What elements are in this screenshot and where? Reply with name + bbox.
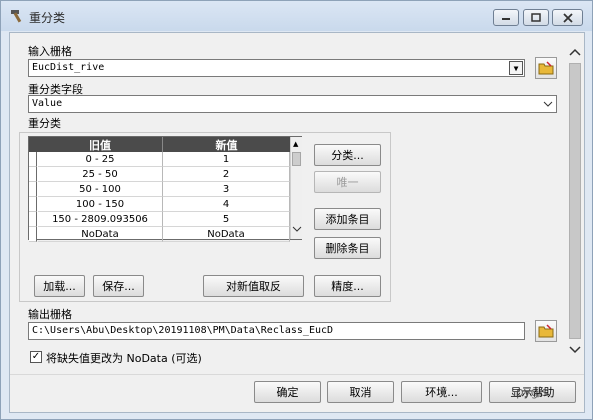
- table-cell-new[interactable]: NoData: [163, 227, 290, 242]
- row-header[interactable]: [29, 152, 37, 167]
- output-raster-input[interactable]: C:\Users\Abu\Desktop\20191108\PM\Data\Re…: [28, 322, 525, 340]
- chevron-down-icon[interactable]: [292, 225, 302, 234]
- output-raster-label: 输出栅格: [28, 308, 72, 321]
- input-raster-browse-button[interactable]: [535, 57, 557, 79]
- input-raster-value: EucDist_rive: [32, 62, 105, 73]
- table-cell-old[interactable]: 150 - 2809.093506: [38, 212, 163, 227]
- table-cell-old[interactable]: 25 - 50: [38, 167, 163, 182]
- nodata-checkbox[interactable]: ✓: [30, 351, 42, 363]
- scroll-up-icon[interactable]: ▲: [293, 140, 298, 148]
- row-header[interactable]: [29, 182, 37, 197]
- table-cell-new[interactable]: 1: [163, 152, 290, 167]
- close-icon: [562, 12, 573, 23]
- minimize-button[interactable]: [493, 9, 519, 26]
- minimize-icon: [502, 17, 510, 20]
- ok-button[interactable]: 确定: [254, 381, 321, 403]
- output-raster-value: C:\Users\Abu\Desktop\20191108\PM\Data\Re…: [32, 325, 334, 336]
- load-button[interactable]: 加载...: [34, 275, 85, 297]
- column-header-old[interactable]: 旧值: [38, 137, 163, 152]
- table-cell-old[interactable]: 50 - 100: [38, 182, 163, 197]
- title-bar: 重分类: [1, 1, 592, 31]
- reclass-field-value: Value: [32, 98, 63, 109]
- environments-button[interactable]: 环境...: [401, 381, 482, 403]
- hammer-icon: [9, 8, 25, 24]
- scroll-thumb[interactable]: [292, 152, 301, 166]
- add-entry-button[interactable]: 添加条目: [314, 208, 381, 230]
- window-title: 重分类: [29, 11, 66, 25]
- row-header[interactable]: [29, 227, 37, 242]
- scroll-thumb[interactable]: [569, 63, 581, 339]
- nodata-checkbox-label: 将缺失值更改为 NoData (可选): [46, 352, 202, 365]
- reclass-field-dropdown[interactable]: Value: [28, 95, 557, 113]
- table-cell-old[interactable]: NoData: [38, 227, 163, 242]
- watermark-text: pygis: [516, 385, 548, 399]
- table-cell-old[interactable]: 0 - 25: [38, 152, 163, 167]
- classify-button[interactable]: 分类...: [314, 144, 381, 166]
- unique-button[interactable]: 唯一: [314, 171, 381, 193]
- table-cell-new[interactable]: 4: [163, 197, 290, 212]
- reclass-table[interactable]: 旧值 新值 0 - 25 1 25 - 50 2 50 - 100 3 100 - 150 4…: [28, 136, 302, 242]
- reclass-label: 重分类: [28, 117, 61, 130]
- table-cell-old[interactable]: 100 - 150: [38, 197, 163, 212]
- precision-button[interactable]: 精度...: [314, 275, 381, 297]
- dialog-vertical-scrollbar[interactable]: [567, 37, 583, 361]
- table-cell-new[interactable]: 5: [163, 212, 290, 227]
- close-button[interactable]: [552, 9, 583, 26]
- save-button[interactable]: 保存...: [93, 275, 144, 297]
- delete-entry-button[interactable]: 删除条目: [314, 237, 381, 259]
- output-raster-browse-button[interactable]: [535, 320, 557, 342]
- maximize-icon: [531, 13, 541, 22]
- corner-header: [29, 137, 38, 152]
- row-header[interactable]: [29, 197, 37, 212]
- row-header[interactable]: [29, 167, 37, 182]
- cancel-button[interactable]: 取消: [327, 381, 394, 403]
- input-raster-label: 输入栅格: [28, 45, 72, 58]
- table-cell-new[interactable]: 2: [163, 167, 290, 182]
- chevron-down-icon[interactable]: [541, 97, 555, 111]
- row-header[interactable]: [29, 212, 37, 227]
- input-raster-dropdown[interactable]: EucDist_rive ▼: [28, 59, 525, 77]
- maximize-button[interactable]: [523, 9, 549, 26]
- reverse-new-values-button[interactable]: 对新值取反: [203, 275, 304, 297]
- chevron-up-icon[interactable]: [568, 47, 582, 57]
- chevron-down-icon[interactable]: [568, 345, 582, 355]
- folder-icon: [538, 61, 554, 75]
- table-cell-new[interactable]: 3: [163, 182, 290, 197]
- dialog-window: 重分类 输入栅格 EucDist_rive ▼ 重分类字段 Value 重分类 …: [0, 0, 593, 420]
- table-vertical-scrollbar[interactable]: ▲: [290, 137, 302, 239]
- folder-icon: [538, 324, 554, 338]
- column-header-new[interactable]: 新值: [163, 137, 290, 152]
- chevron-down-icon[interactable]: ▼: [509, 61, 523, 75]
